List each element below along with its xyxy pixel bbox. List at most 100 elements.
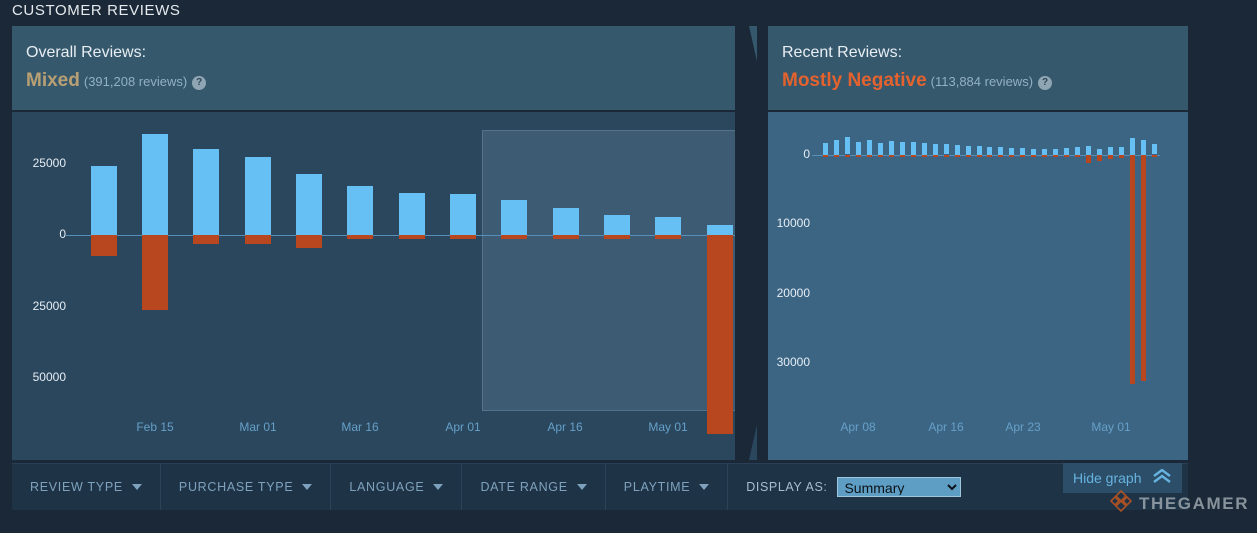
negative-bar <box>1130 155 1135 384</box>
positive-bar <box>944 144 949 154</box>
chevron-down-icon <box>699 484 710 490</box>
filter-review-type[interactable]: REVIEW TYPE <box>12 464 161 510</box>
watermark: THEGAMER <box>1108 489 1249 518</box>
x-axis-tick-label: Apr 16 <box>547 420 583 434</box>
display-as-group: DISPLAY AS: SummaryMost HelpfulRecentFun… <box>728 464 971 510</box>
filter-date-range-label: DATE RANGE <box>480 480 568 494</box>
negative-bar <box>91 235 117 256</box>
overall-reviews-verdict: Mixed <box>26 70 80 91</box>
filter-language-label: LANGUAGE <box>349 480 425 494</box>
negative-bar <box>1152 155 1157 157</box>
negative-bar <box>1031 155 1036 157</box>
positive-bar <box>553 208 579 235</box>
negative-bar <box>245 235 271 244</box>
recent-reviews-graph[interactable]: 0 10000 20000 30000 Apr 08 Apr 16 Apr 23 May 0… <box>768 112 1188 460</box>
negative-bar <box>142 235 168 310</box>
negative-bar <box>977 155 982 157</box>
overall-reviews-verdict-row: Mixed (391,208 reviews)? <box>26 70 207 92</box>
positive-bar <box>834 140 839 155</box>
negative-bar <box>955 155 960 157</box>
positive-bar <box>450 194 476 235</box>
positive-bar <box>501 200 527 236</box>
negative-bar <box>856 155 861 157</box>
recent-reviews-summary: Recent Reviews: Mostly Negative (113,884 … <box>768 26 1188 110</box>
negative-bar <box>1064 155 1069 157</box>
negative-bar <box>1086 155 1091 163</box>
positive-bar <box>1020 148 1025 155</box>
negative-bar <box>1042 155 1047 157</box>
chevron-down-icon <box>302 484 313 490</box>
negative-bar <box>834 155 839 157</box>
negative-bar <box>966 155 971 157</box>
filter-review-type-label: REVIEW TYPE <box>30 480 123 494</box>
review-filter-bar: REVIEW TYPE PURCHASE TYPE LANGUAGE DATE … <box>12 463 1188 510</box>
negative-bar <box>1053 155 1058 157</box>
hide-graph-label: Hide graph <box>1073 470 1142 486</box>
positive-bar <box>867 140 872 155</box>
overall-reviews-graph[interactable]: 25000 0 25000 50000 Feb 15 Mar 01 Mar 16 Apr 0… <box>12 112 757 460</box>
positive-bar <box>91 166 117 236</box>
positive-bar <box>399 193 425 236</box>
customer-reviews-panel: CUSTOMER REVIEWS Overall Reviews: Mixed(… <box>0 0 1257 533</box>
y-axis-tick-label: 20000 <box>776 286 810 300</box>
positive-bar <box>922 143 927 155</box>
y-axis-tick-label: 10000 <box>776 216 810 230</box>
positive-bar <box>245 157 271 235</box>
filter-playtime-label: PLAYTIME <box>623 480 691 494</box>
positive-bar <box>707 225 733 235</box>
y-axis-tick-label: 25000 <box>32 299 66 313</box>
double-chevron-up-icon <box>1152 468 1172 488</box>
negative-bar <box>823 155 828 157</box>
filter-purchase-type[interactable]: PURCHASE TYPE <box>161 464 332 510</box>
display-as-select[interactable]: SummaryMost HelpfulRecentFunny <box>837 477 962 497</box>
x-axis-tick-label: Apr 08 <box>840 420 876 434</box>
positive-bar <box>296 174 322 235</box>
thegamer-logo-icon <box>1108 489 1134 518</box>
positive-bar <box>889 141 894 155</box>
help-icon[interactable]: ? <box>1038 76 1053 90</box>
overall-reviews-summary: Overall Reviews: Mixed (391,208 reviews)? <box>12 26 757 110</box>
x-axis-tick-label: Apr 01 <box>445 420 481 434</box>
display-as-label: DISPLAY AS: <box>746 480 828 494</box>
positive-bar <box>1075 147 1080 155</box>
positive-bar <box>955 145 960 155</box>
negative-bar <box>399 235 425 239</box>
negative-bar <box>501 235 527 239</box>
page-title: CUSTOMER REVIEWS <box>12 2 181 19</box>
positive-bar <box>655 217 681 236</box>
negative-bar <box>998 155 1003 157</box>
y-axis-tick-label: 30000 <box>776 355 810 369</box>
positive-bar <box>1130 138 1135 155</box>
negative-bar <box>878 155 883 157</box>
recent-reviews-verdict: Mostly Negative <box>782 70 927 91</box>
negative-bar <box>922 155 927 157</box>
negative-bar <box>553 235 579 239</box>
positive-bar <box>933 144 938 155</box>
filter-playtime[interactable]: PLAYTIME <box>606 464 729 510</box>
positive-bar <box>1152 144 1157 154</box>
filter-date-range[interactable]: DATE RANGE <box>462 464 606 510</box>
x-axis-tick-label: Apr 16 <box>928 420 964 434</box>
positive-bar <box>1064 148 1069 155</box>
negative-bar <box>1075 155 1080 157</box>
negative-bar <box>1141 155 1146 381</box>
positive-bar <box>998 147 1003 155</box>
positive-bar <box>966 146 971 155</box>
negative-bar <box>193 235 219 244</box>
negative-bar <box>1009 155 1014 157</box>
y-axis-tick-label: 0 <box>803 147 810 161</box>
recent-reviews-label: Recent Reviews: <box>782 44 903 61</box>
positive-bar <box>1108 147 1113 155</box>
positive-bar <box>1009 148 1014 155</box>
positive-bar <box>878 143 883 155</box>
negative-bar <box>867 155 872 157</box>
positive-bar <box>193 149 219 236</box>
negative-bar <box>1119 155 1124 158</box>
help-icon[interactable]: ? <box>192 76 207 90</box>
recent-reviews-verdict-row: Mostly Negative (113,884 reviews)? <box>782 70 1053 92</box>
negative-bar <box>944 155 949 157</box>
negative-bar <box>1020 155 1025 157</box>
filter-language[interactable]: LANGUAGE <box>331 464 463 510</box>
negative-bar <box>911 155 916 157</box>
recent-reviews-count: (113,884 reviews) <box>930 74 1034 89</box>
